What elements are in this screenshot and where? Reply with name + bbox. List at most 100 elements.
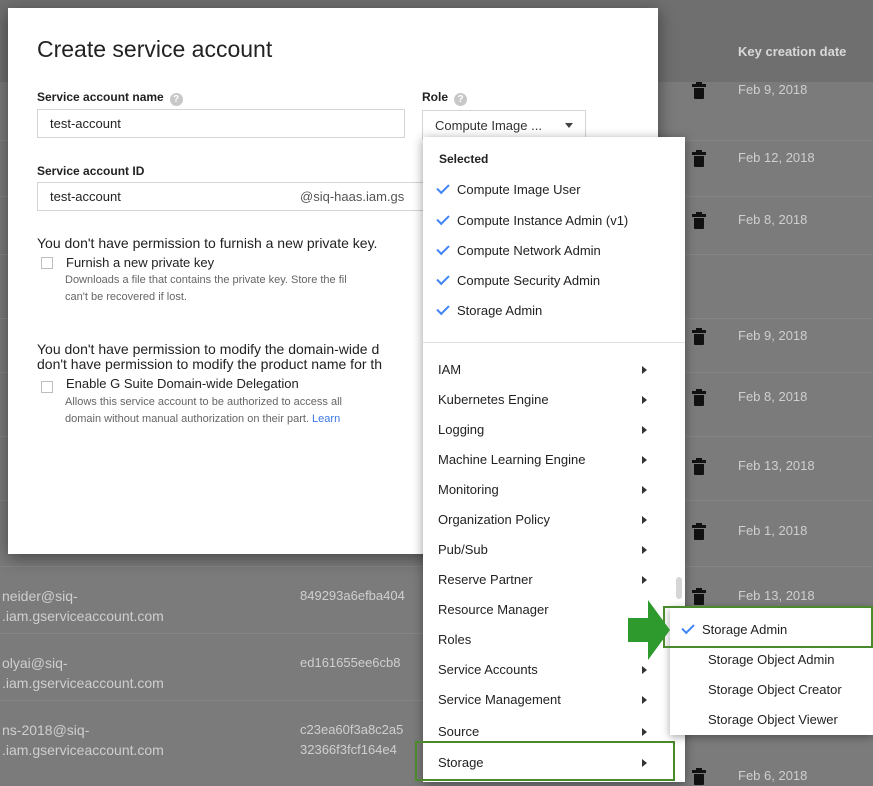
- role-category-service-management[interactable]: Service Management: [438, 692, 673, 716]
- help-icon[interactable]: ?: [454, 93, 468, 106]
- category-label: Roles: [438, 632, 472, 647]
- role-item-label: Compute Security Admin: [457, 273, 601, 288]
- green-arrow-icon: [628, 600, 670, 660]
- delete-key-icon[interactable]: [692, 768, 706, 786]
- role-category-reserve-partner[interactable]: Reserve Partner: [438, 572, 673, 596]
- key-creation-date: Feb 12, 2018: [738, 150, 815, 165]
- service-account-email: olyai@siq- .iam.gserviceaccount.com: [2, 653, 164, 693]
- help-icon[interactable]: ?: [169, 93, 183, 106]
- hint-line: Allows this service account to be author…: [65, 396, 342, 408]
- role-select[interactable]: Compute Image ...: [422, 110, 586, 140]
- service-account-email: neider@siq- .iam.gserviceaccount.com: [2, 586, 164, 626]
- furnish-private-key-label: Furnish a new private key: [66, 255, 215, 270]
- checkmark-icon: [436, 271, 450, 286]
- category-label: Resource Manager: [438, 602, 549, 617]
- delete-key-icon[interactable]: [692, 458, 706, 476]
- key-id: ed161655ee6cb8: [300, 655, 401, 670]
- role-item-label: Compute Instance Admin (v1): [457, 213, 629, 228]
- menu-divider: [423, 342, 685, 343]
- service-account-id-input[interactable]: test-account @siq-haas.iam.gs: [37, 182, 437, 211]
- delete-key-icon[interactable]: [692, 389, 706, 407]
- chevron-right-icon: [642, 546, 647, 554]
- submenu-item-label: Storage Object Admin: [708, 652, 835, 667]
- key-id-line: c23ea60f3a8c2a5: [300, 722, 404, 737]
- submenu-item-storage-object-creator[interactable]: Storage Object Creator: [708, 682, 842, 697]
- category-label: Service Accounts: [438, 662, 538, 677]
- role-item-label: Storage Admin: [457, 303, 543, 318]
- role-category-logging[interactable]: Logging: [438, 422, 673, 446]
- delete-key-icon[interactable]: [692, 523, 706, 541]
- key-creation-date: Feb 8, 2018: [738, 389, 808, 404]
- column-header-key-creation-date: Key creation date: [738, 44, 847, 59]
- email-line: .iam.gserviceaccount.com: [2, 608, 164, 624]
- domain-wide-delegation-checkbox[interactable]: [41, 381, 53, 393]
- delete-key-icon[interactable]: [692, 328, 706, 346]
- chevron-down-icon: [565, 123, 573, 128]
- category-label: Logging: [438, 422, 485, 437]
- input-value: test-account: [50, 116, 121, 131]
- delete-key-icon[interactable]: [692, 82, 706, 100]
- category-label: Machine Learning Engine: [438, 452, 586, 467]
- role-category-pubsub[interactable]: Pub/Sub: [438, 542, 673, 566]
- delete-key-icon[interactable]: [692, 212, 706, 230]
- key-creation-date: Feb 13, 2018: [738, 458, 815, 473]
- role-category-monitoring[interactable]: Monitoring: [438, 482, 673, 506]
- category-label: Kubernetes Engine: [438, 392, 549, 407]
- hint-line: Downloads a file that contains the priva…: [65, 274, 347, 286]
- category-label: Reserve Partner: [438, 572, 533, 587]
- delete-key-icon[interactable]: [692, 588, 706, 606]
- hint-line: domain without manual authorization on t…: [65, 411, 342, 428]
- category-label: Pub/Sub: [438, 542, 488, 557]
- delete-key-icon[interactable]: [692, 150, 706, 168]
- role-category-service-accounts[interactable]: Service Accounts: [438, 662, 673, 686]
- service-account-name-input[interactable]: test-account: [37, 109, 405, 138]
- submenu-item-storage-object-viewer[interactable]: Storage Object Viewer: [708, 712, 838, 727]
- role-select-value: Compute Image ...: [435, 118, 542, 133]
- service-account-email: ns-2018@siq- .iam.gserviceaccount.com: [2, 720, 164, 760]
- category-label: Organization Policy: [438, 512, 550, 527]
- chevron-right-icon: [642, 396, 647, 404]
- checkmark-icon: [436, 180, 450, 195]
- role-category-machine-learning-engine[interactable]: Machine Learning Engine: [438, 452, 673, 476]
- category-label: Service Management: [438, 692, 561, 707]
- submenu-item-storage-object-admin[interactable]: Storage Object Admin: [708, 652, 834, 667]
- domain-delegation-hint: Allows this service account to be author…: [65, 394, 342, 428]
- domain-wide-delegation-label: Enable G Suite Domain-wide Delegation: [66, 376, 299, 391]
- role-category-kubernetes-engine[interactable]: Kubernetes Engine: [438, 392, 673, 416]
- email-line: ns-2018@siq-: [2, 722, 90, 738]
- menu-scrollbar[interactable]: [676, 577, 682, 599]
- selected-role-item[interactable]: Compute Image User: [436, 180, 581, 204]
- key-id: c23ea60f3a8c2a5 32366f3fcf164e4: [300, 720, 403, 760]
- label-text: Role: [422, 90, 449, 104]
- selected-role-item[interactable]: Compute Network Admin: [436, 241, 601, 265]
- selected-role-item[interactable]: Storage Admin: [436, 301, 543, 325]
- chevron-right-icon: [642, 486, 647, 494]
- private-key-permission-text: You don't have permission to furnish a n…: [37, 235, 378, 251]
- private-key-hint: Downloads a file that contains the priva…: [65, 272, 347, 306]
- email-line: neider@siq-: [2, 588, 78, 604]
- furnish-private-key-checkbox[interactable]: [41, 257, 53, 269]
- key-id-line: 32366f3fcf164e4: [300, 742, 397, 757]
- chevron-right-icon: [642, 456, 647, 464]
- email-line: olyai@siq-: [2, 655, 68, 671]
- role-item-label: Compute Network Admin: [457, 243, 601, 258]
- key-id: 849293a6efba404: [300, 588, 405, 603]
- role-category-iam[interactable]: IAM: [438, 362, 673, 386]
- domain-suffix: @siq-haas.iam.gs: [300, 189, 405, 204]
- selected-role-item[interactable]: Compute Instance Admin (v1): [436, 211, 629, 235]
- key-creation-date: Feb 9, 2018: [738, 82, 808, 97]
- category-label: Source: [438, 724, 480, 739]
- storage-admin-highlight: [663, 606, 873, 648]
- chevron-right-icon: [642, 516, 647, 524]
- chevron-right-icon: [642, 366, 647, 374]
- category-label: Monitoring: [438, 482, 499, 497]
- dialog-title: Create service account: [37, 36, 273, 62]
- hint-text: domain without manual authorization on t…: [65, 413, 309, 425]
- chevron-right-icon: [642, 728, 647, 736]
- service-account-id-label: Service account ID: [37, 164, 145, 178]
- selected-role-item[interactable]: Compute Security Admin: [436, 271, 601, 295]
- key-creation-date: Feb 1, 2018: [738, 523, 808, 538]
- checkmark-icon: [436, 301, 450, 316]
- learn-more-link[interactable]: Learn: [312, 413, 340, 425]
- role-category-organization-policy[interactable]: Organization Policy: [438, 512, 673, 536]
